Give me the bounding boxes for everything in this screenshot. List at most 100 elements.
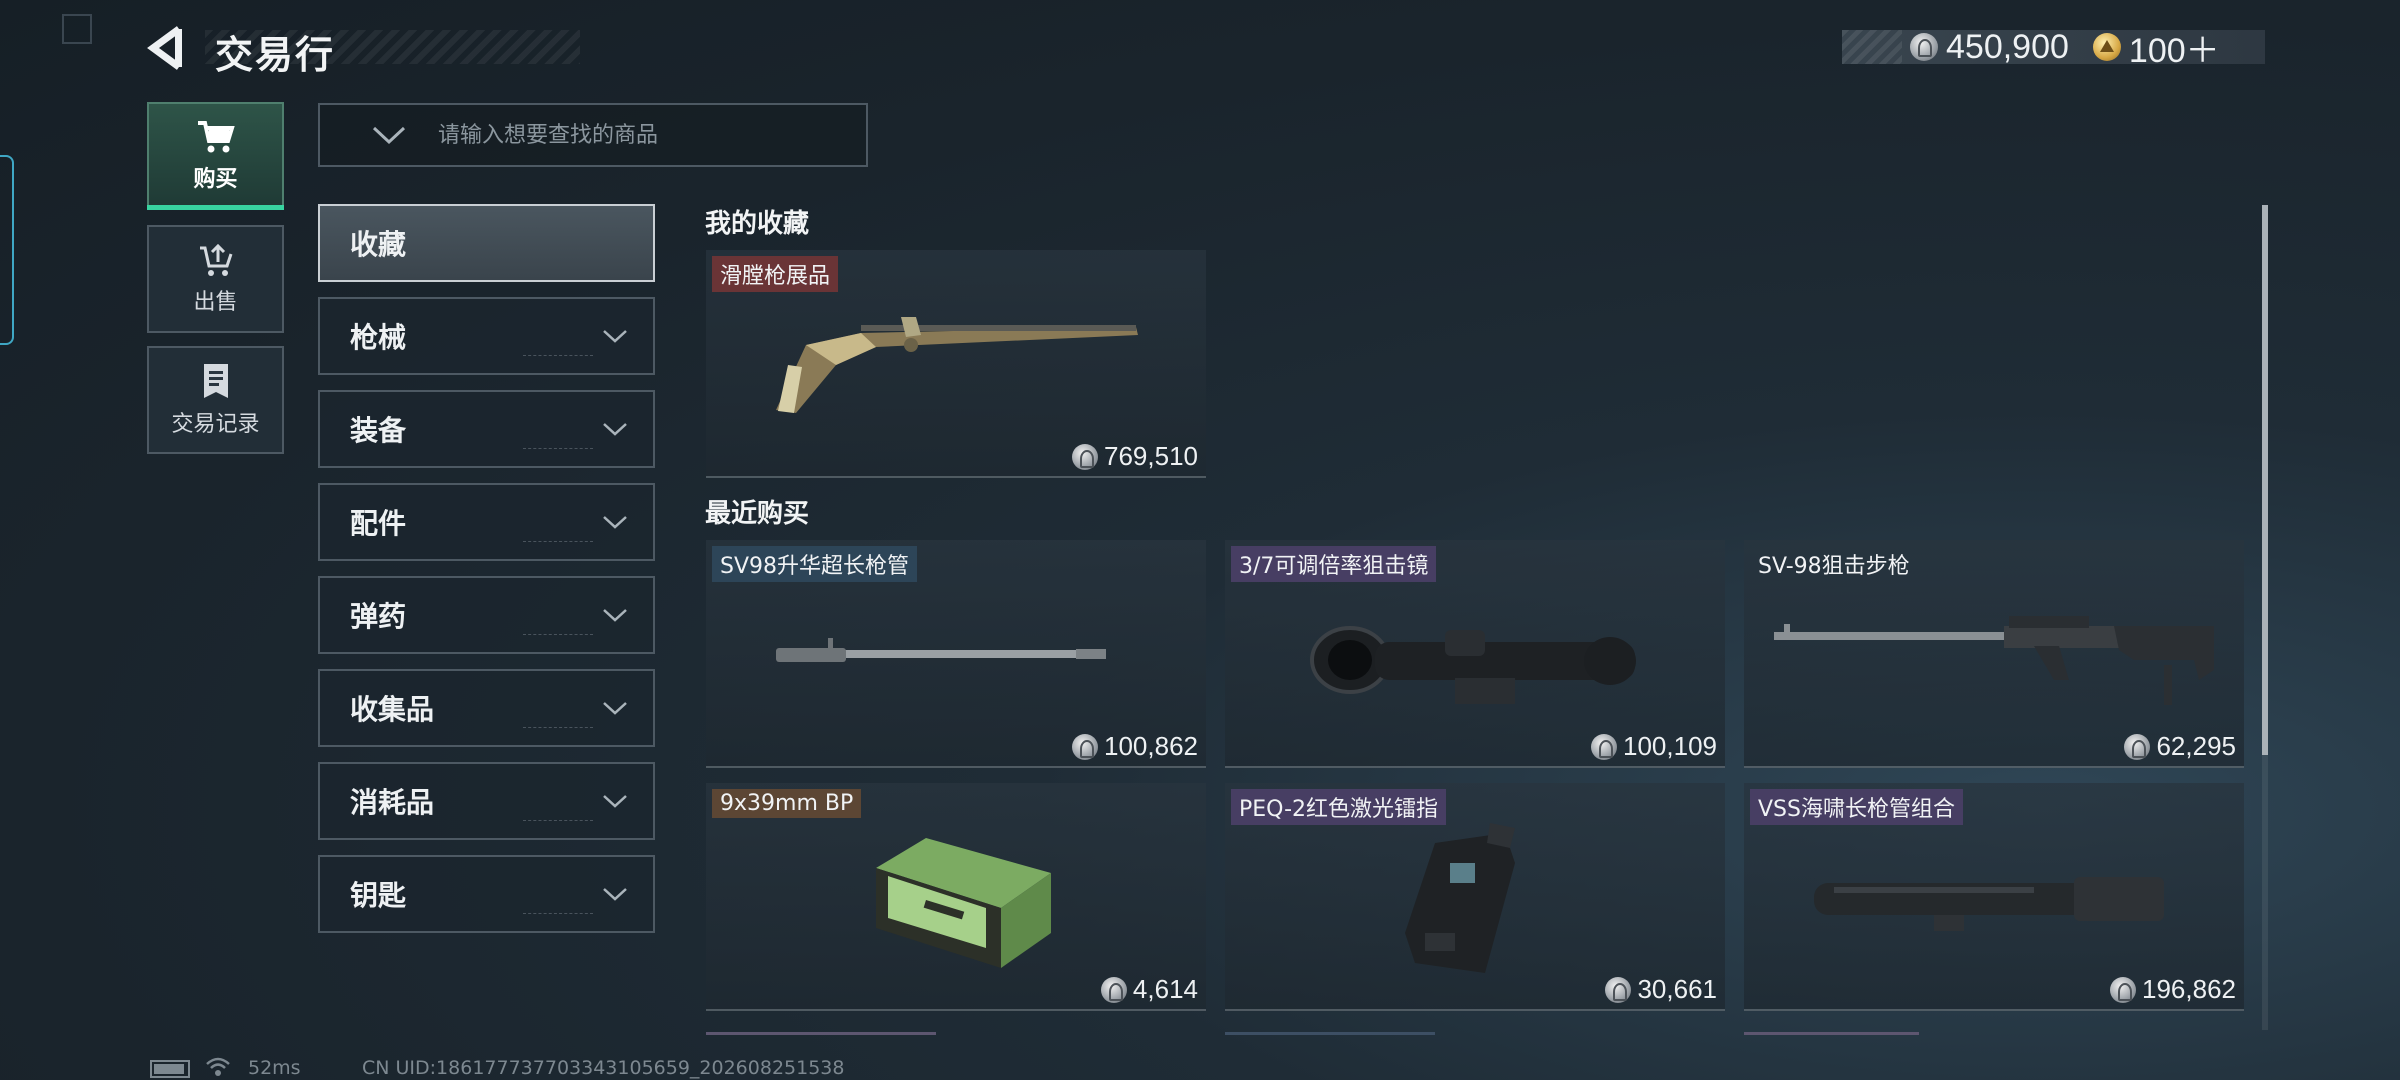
chevron-down-icon <box>603 795 627 808</box>
divider <box>523 913 593 917</box>
category-ammo[interactable]: 弹药 <box>318 576 655 654</box>
category-keys[interactable]: 钥匙 <box>318 855 655 933</box>
category-collectibles[interactable]: 收集品 <box>318 669 655 747</box>
silver-coin-icon <box>2124 733 2151 760</box>
barrel-image <box>776 638 1106 662</box>
item-price: 100,109 <box>1591 731 1717 762</box>
record-icon <box>203 364 228 398</box>
cart-icon <box>197 121 235 153</box>
item-name-tag: 滑膛枪展品 <box>712 256 839 292</box>
item-price: 62,295 <box>2124 731 2236 762</box>
divider <box>523 355 593 359</box>
item-price-value: 769,510 <box>1104 441 1198 471</box>
chevron-down-icon <box>603 423 627 436</box>
item-card-vss-barrel[interactable]: VSS海啸长枪管组合 196,862 <box>1744 783 2244 1011</box>
scrollbar-thumb[interactable] <box>2262 205 2268 755</box>
item-card-sv98-rifle[interactable]: SV-98狙击步枪 62,295 <box>1744 540 2244 768</box>
laser-device-image <box>1405 823 1515 973</box>
tab-record-label: 交易记录 <box>171 412 260 437</box>
sniper-rifle-image <box>1774 616 2214 705</box>
item-name-tag: VSS海啸长枪管组合 <box>1750 789 1963 825</box>
musket-image <box>776 317 1138 413</box>
corner-frame <box>62 14 92 44</box>
tab-buy-label: 购买 <box>193 167 238 192</box>
divider <box>523 634 593 638</box>
item-name-tag: SV-98狙击步枪 <box>1758 554 1910 579</box>
silver-coin-icon <box>1910 33 1938 61</box>
item-price-value: 62,295 <box>2156 731 2236 761</box>
next-row-hint <box>1225 1032 1435 1035</box>
item-name-tag: 3/7可调倍率狙击镜 <box>1231 546 1437 582</box>
item-price-value: 196,862 <box>2142 974 2236 1004</box>
uid-text: CN UID:186177737703343105659_20260825153… <box>362 1057 845 1079</box>
tab-record[interactable]: 交易记录 <box>147 346 284 454</box>
item-card-sv98-barrel[interactable]: SV98升华超长枪管 100,862 <box>706 540 1206 768</box>
silver-coin-icon <box>2110 976 2137 1003</box>
category-consumables[interactable]: 消耗品 <box>318 762 655 840</box>
category-label: 弹药 <box>350 600 407 633</box>
ammo-box-image <box>876 838 1051 968</box>
category-guns[interactable]: 枪械 <box>318 297 655 375</box>
page-title: 交易行 <box>215 33 336 77</box>
item-price: 100,862 <box>1072 731 1198 762</box>
silver-coin-icon <box>1605 976 1632 1003</box>
gold-coin-icon <box>2092 33 2121 61</box>
category-label: 配件 <box>350 507 407 540</box>
item-card-ammo-box[interactable]: 9x39mm BP 4,614 <box>706 783 1206 1011</box>
item-card-peq2[interactable]: PEQ-2红色激光镭指 30,661 <box>1225 783 1725 1011</box>
battery-icon <box>150 1060 190 1078</box>
ping-text: 52ms <box>248 1057 301 1079</box>
item-price-value: 30,661 <box>1637 974 1717 1004</box>
vss-barrel-image <box>1814 877 2164 931</box>
item-price: 769,510 <box>1072 441 1198 472</box>
item-price: 4,614 <box>1100 974 1198 1005</box>
category-attachments[interactable]: 配件 <box>318 483 655 561</box>
tab-buy[interactable]: 购买 <box>147 102 284 210</box>
divider <box>523 448 593 452</box>
chevron-down-icon[interactable] <box>370 116 408 154</box>
item-card-musket[interactable]: 滑膛枪展品 769,510 <box>706 250 1206 478</box>
category-favorites[interactable]: 收藏 <box>318 204 655 282</box>
silver-coin-icon <box>1072 443 1099 470</box>
chevron-down-icon <box>603 609 627 622</box>
back-arrow-icon <box>147 26 182 70</box>
category-equipment[interactable]: 装备 <box>318 390 655 468</box>
category-label: 收集品 <box>350 693 435 726</box>
item-name-tag: 9x39mm BP <box>712 789 862 818</box>
tab-sell[interactable]: 出售 <box>147 225 284 333</box>
gold-balance[interactable]: 100＋ <box>2129 23 2220 72</box>
back-button[interactable] <box>145 25 195 71</box>
item-card-scope[interactable]: 3/7可调倍率狙击镜 100,109 <box>1225 540 1725 768</box>
item-price: 30,661 <box>1605 974 1717 1005</box>
silver-coin-icon <box>1591 733 1618 760</box>
recent-heading: 最近购买 <box>705 499 810 529</box>
side-drawer-handle[interactable] <box>0 155 14 345</box>
next-row-hint <box>1744 1032 1919 1035</box>
item-price-value: 100,862 <box>1104 731 1198 761</box>
favorites-heading: 我的收藏 <box>705 209 810 239</box>
search-box[interactable] <box>318 103 868 167</box>
divider <box>523 727 593 731</box>
item-name-tag: PEQ-2红色激光镭指 <box>1231 789 1447 825</box>
item-price-value: 100,109 <box>1623 731 1717 761</box>
search-input[interactable] <box>438 122 818 148</box>
silver-coin-icon <box>1072 733 1099 760</box>
divider <box>523 820 593 824</box>
category-label: 消耗品 <box>350 786 435 819</box>
category-label: 装备 <box>350 414 407 447</box>
sell-icon <box>199 243 232 276</box>
item-price-value: 4,614 <box>1132 974 1198 1004</box>
item-name-tag: SV98升华超长枪管 <box>712 546 918 582</box>
chevron-down-icon <box>603 516 627 529</box>
chevron-down-icon <box>603 888 627 901</box>
wifi-icon <box>206 1057 230 1076</box>
divider <box>523 541 593 545</box>
next-row-hint <box>706 1032 936 1035</box>
silver-coin-icon <box>1100 976 1127 1003</box>
currency-bar: 450,900 100＋ <box>1842 27 2265 70</box>
tab-sell-label: 出售 <box>193 290 238 315</box>
category-label: 钥匙 <box>350 879 407 912</box>
silver-balance: 450,900 <box>1946 27 2069 66</box>
item-price: 196,862 <box>2110 974 2236 1005</box>
chevron-down-icon <box>603 702 627 715</box>
